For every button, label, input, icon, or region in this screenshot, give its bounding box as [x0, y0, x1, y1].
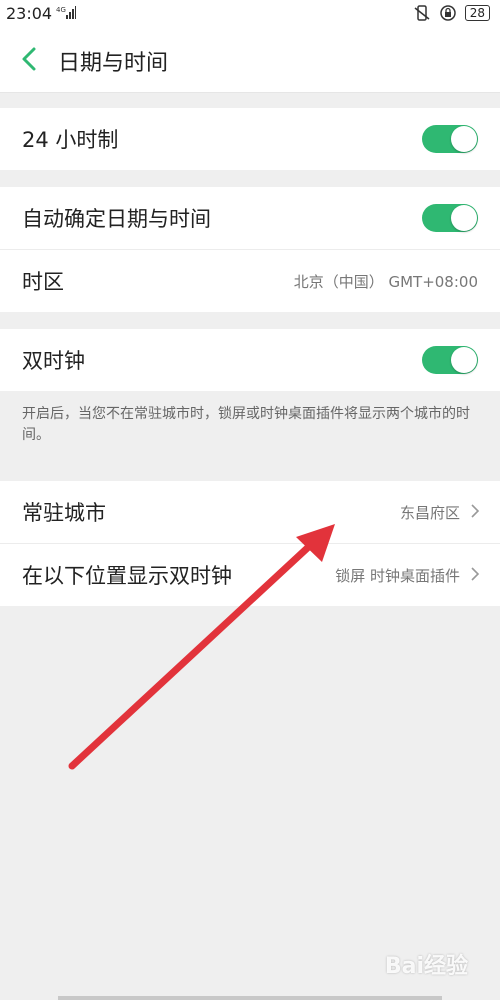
signal-icon: 4G	[56, 6, 76, 19]
lock-rotation-icon	[439, 5, 456, 21]
setting-resident-city-value: 东昌府区	[399, 504, 460, 522]
header: 日期与时间	[0, 28, 500, 93]
gesture-bar	[58, 996, 442, 1000]
settings-group-auto: 自动确定日期与时间 时区 北京（中国） GMT+08:00	[0, 187, 500, 312]
setting-dual-clock-label: 双时钟	[22, 349, 85, 373]
toggle-knob	[451, 347, 477, 373]
watermark-logo: Bai经验	[384, 954, 468, 979]
setting-show-dual-clock-label: 在以下位置显示双时钟	[22, 564, 232, 588]
toggle-knob	[451, 205, 477, 231]
setting-show-dual-clock[interactable]: 在以下位置显示双时钟 锁屏 时钟桌面插件	[0, 544, 500, 606]
setting-auto-datetime[interactable]: 自动确定日期与时间	[0, 187, 500, 250]
vibrate-icon	[414, 5, 430, 21]
back-arrow-icon[interactable]	[18, 46, 40, 72]
setting-timezone-value: 北京（中国） GMT+08:00	[293, 273, 478, 291]
setting-24-hour-label: 24 小时制	[22, 128, 119, 152]
chevron-right-icon	[471, 504, 480, 518]
toggle-dual-clock[interactable]	[422, 346, 478, 374]
status-time: 23:04	[6, 4, 53, 23]
battery-indicator: 28	[464, 5, 490, 21]
toggle-knob	[451, 126, 477, 152]
setting-timezone[interactable]: 时区 北京（中国） GMT+08:00	[0, 250, 500, 312]
toggle-24-hour[interactable]	[422, 125, 478, 153]
setting-24-hour[interactable]: 24 小时制	[0, 108, 500, 170]
setting-resident-city-label: 常驻城市	[22, 501, 106, 525]
chevron-right-icon	[471, 567, 480, 581]
status-right: 28	[413, 4, 490, 22]
network-type: 4G	[56, 6, 66, 14]
status-bar: 23:04 4G 28	[0, 0, 500, 28]
setting-resident-city[interactable]: 常驻城市 东昌府区	[0, 481, 500, 544]
setting-dual-clock[interactable]: 双时钟	[0, 329, 500, 391]
settings-group-city: 常驻城市 东昌府区 在以下位置显示双时钟 锁屏 时钟桌面插件	[0, 481, 500, 606]
settings-group-format: 24 小时制	[0, 108, 500, 170]
setting-show-dual-clock-value: 锁屏 时钟桌面插件	[335, 567, 460, 585]
dual-clock-description: 开启后，当您不在常驻城市时，锁屏或时钟桌面插件将显示两个城市的时间。	[22, 406, 470, 443]
setting-timezone-label: 时区	[22, 270, 64, 294]
page-title: 日期与时间	[58, 51, 169, 76]
toggle-auto-datetime[interactable]	[422, 204, 478, 232]
setting-auto-datetime-label: 自动确定日期与时间	[22, 207, 211, 231]
settings-group-dual-clock: 双时钟	[0, 329, 500, 391]
